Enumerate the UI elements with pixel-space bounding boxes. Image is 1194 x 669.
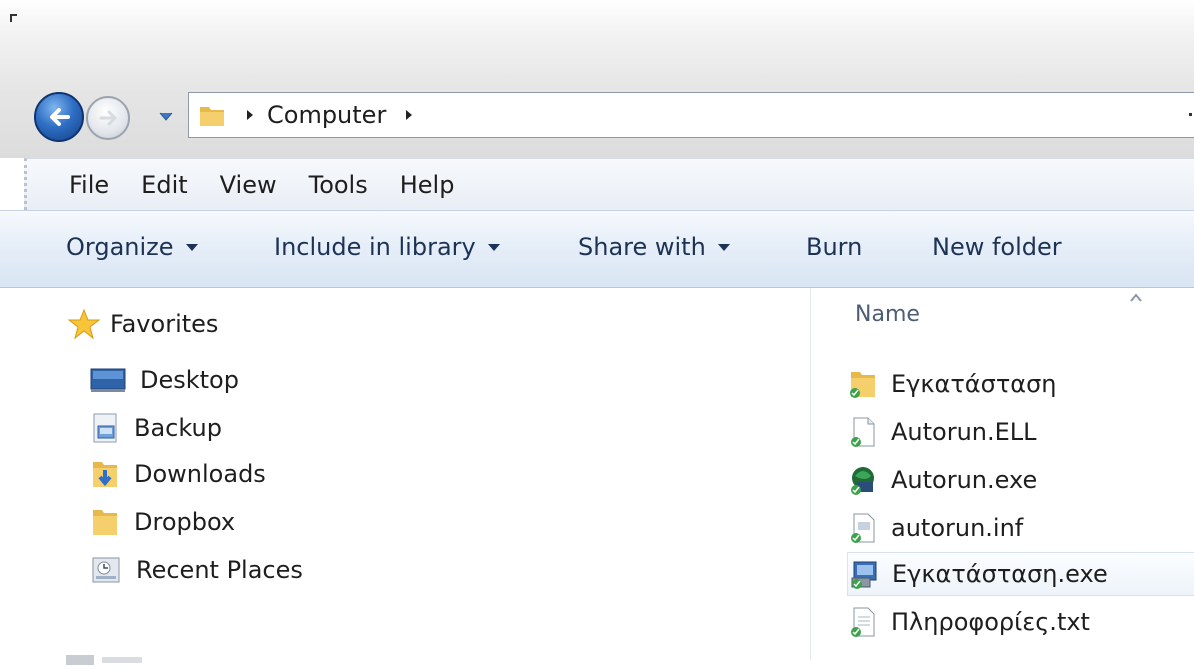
breadcrumb-separator-icon[interactable]	[400, 106, 418, 124]
folder-icon	[850, 372, 875, 398]
downloads-folder-icon	[93, 462, 117, 487]
installer-icon	[851, 561, 877, 589]
new-folder-button[interactable]: New folder	[932, 233, 1062, 261]
forward-button[interactable]	[86, 96, 130, 140]
sidebar-item-label: Downloads	[134, 460, 266, 488]
backup-icon	[93, 413, 117, 443]
column-header-name[interactable]: Name	[855, 302, 920, 327]
new-folder-label: New folder	[932, 233, 1062, 261]
menu-view[interactable]: View	[220, 171, 277, 199]
organize-label: Organize	[66, 233, 174, 261]
sidebar-item-backup[interactable]: Backup	[90, 408, 222, 448]
file-row[interactable]: Autorun.ELL	[847, 410, 1194, 454]
share-with-label: Share with	[578, 233, 706, 261]
back-button[interactable]	[34, 92, 84, 142]
file-row-hovered[interactable]: Εγκατάσταση.exe	[847, 552, 1194, 596]
command-bar: Organize Include in library Share with B…	[0, 210, 1194, 288]
forward-arrow-icon	[99, 110, 117, 126]
menu-edit[interactable]: Edit	[141, 171, 187, 199]
recent-places-icon	[92, 557, 120, 583]
file-name: Πληροφορίες.txt	[891, 608, 1090, 636]
navigation-pane: Favorites Desktop Backup Downloads Dropb…	[0, 288, 811, 660]
address-edge-mark	[1189, 113, 1192, 116]
breadcrumb-separator-icon[interactable]	[241, 106, 259, 124]
sidebar-item-desktop[interactable]: Desktop	[90, 360, 239, 400]
file-list-pane: Name Εγκατάσταση Autorun.ELL Autorun.exe	[811, 288, 1194, 660]
window-corner-mark	[10, 14, 17, 22]
burn-button[interactable]: Burn	[806, 233, 862, 261]
file-name: Autorun.ELL	[891, 418, 1037, 446]
file-row[interactable]: Εγκατάσταση	[847, 362, 1194, 406]
chevron-down-icon	[487, 243, 500, 251]
sidebar-item-label: Recent Places	[136, 556, 303, 584]
chevron-down-icon	[159, 112, 173, 121]
back-arrow-icon	[50, 108, 70, 126]
folder-icon	[93, 510, 117, 535]
file-row[interactable]: autorun.inf	[847, 506, 1194, 550]
library-icon	[66, 655, 142, 665]
menu-bar: File Edit View Tools Help	[24, 158, 1194, 210]
chevron-down-icon	[717, 243, 730, 251]
burn-label: Burn	[806, 233, 863, 261]
settings-file-icon	[851, 513, 875, 543]
breadcrumb-computer[interactable]: Computer	[267, 101, 386, 129]
sidebar-item-downloads[interactable]: Downloads	[90, 454, 266, 494]
file-row[interactable]: Πληροφορίες.txt	[847, 600, 1194, 644]
sidebar-item-label: Backup	[134, 414, 222, 442]
file-row[interactable]: Autorun.exe	[847, 458, 1194, 502]
sidebar-item-label: Desktop	[140, 366, 239, 394]
app-icon	[851, 467, 874, 495]
include-in-library-button[interactable]: Include in library	[274, 233, 500, 261]
folder-icon	[200, 107, 224, 126]
sidebar-item-label: Dropbox	[134, 508, 236, 536]
favorites-header[interactable]: Favorites	[68, 308, 218, 340]
menu-tools[interactable]: Tools	[309, 171, 368, 199]
recent-pages-dropdown[interactable]	[156, 110, 176, 124]
file-name: Εγκατάσταση.exe	[892, 560, 1108, 588]
libraries-item-partial[interactable]	[66, 650, 146, 665]
file-name: Autorun.exe	[891, 466, 1038, 494]
chevron-down-icon	[185, 243, 198, 251]
include-in-library-label: Include in library	[274, 233, 476, 261]
desktop-icon	[90, 368, 126, 392]
file-name: Εγκατάσταση	[891, 370, 1057, 398]
file-name: autorun.inf	[891, 514, 1024, 542]
address-bar[interactable]: Computer	[188, 92, 1194, 138]
text-file-icon	[851, 607, 875, 637]
sidebar-item-recent-places[interactable]: Recent Places	[90, 550, 303, 590]
sidebar-item-dropbox[interactable]: Dropbox	[90, 502, 235, 542]
organize-button[interactable]: Organize	[66, 233, 198, 261]
menu-file[interactable]: File	[69, 171, 109, 199]
share-with-button[interactable]: Share with	[578, 233, 730, 261]
file-icon	[851, 417, 875, 447]
star-icon	[68, 308, 100, 340]
menu-help[interactable]: Help	[400, 171, 455, 199]
sort-ascending-icon	[1129, 288, 1143, 307]
favorites-label: Favorites	[110, 310, 219, 338]
